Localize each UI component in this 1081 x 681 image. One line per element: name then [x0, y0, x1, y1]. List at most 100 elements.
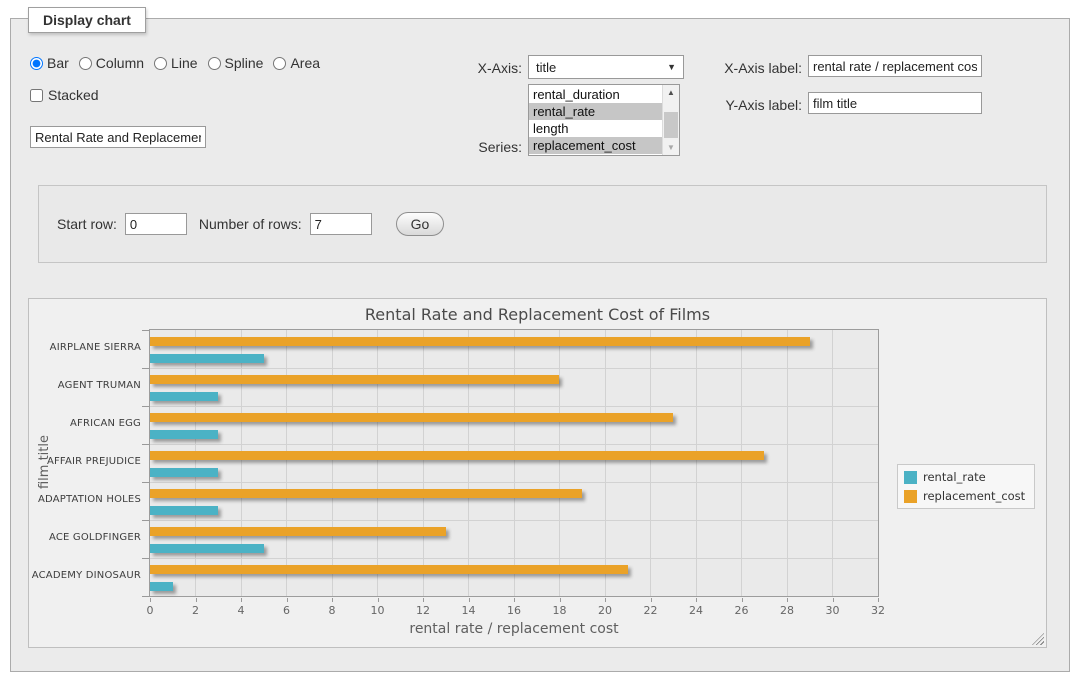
- gridline: [195, 330, 196, 596]
- series-option-rental_rate[interactable]: rental_rate: [529, 103, 662, 120]
- x-tick: [150, 598, 151, 602]
- x-tick: [378, 598, 379, 602]
- gridline: [286, 330, 287, 596]
- stacked-label: Stacked: [48, 87, 99, 103]
- chart-type-option-bar[interactable]: Bar: [30, 55, 69, 71]
- gridline: [332, 330, 333, 596]
- chart-type-radio-label: Spline: [225, 55, 264, 71]
- gridline: [150, 444, 878, 445]
- chart-type-option-line[interactable]: Line: [154, 55, 197, 71]
- x-tick-label: 6: [283, 604, 290, 617]
- x-axis-label-input[interactable]: [808, 55, 982, 77]
- chart-container: Rental Rate and Replacement Cost of Film…: [28, 298, 1047, 648]
- x-tick-label: 4: [238, 604, 245, 617]
- y-tick: [142, 330, 149, 331]
- series-option-length[interactable]: length: [529, 120, 662, 137]
- y-tick: [142, 406, 149, 407]
- y-tick: [142, 444, 149, 445]
- stacked-checkbox[interactable]: [30, 89, 43, 102]
- scrollbar-thumb[interactable]: [664, 112, 678, 138]
- bar-replacement_cost: [150, 527, 446, 536]
- go-button[interactable]: Go: [396, 212, 445, 236]
- x-tick: [241, 598, 242, 602]
- y-axis-label-field-label: Y-Axis label:: [712, 97, 802, 113]
- y-tick: [142, 368, 149, 369]
- gridline: [696, 330, 697, 596]
- chart-title-input[interactable]: [30, 126, 206, 148]
- scroll-up-icon[interactable]: ▲: [663, 85, 679, 100]
- legend-item: replacement_cost: [904, 489, 1025, 503]
- y-axis-label-input[interactable]: [808, 92, 982, 114]
- x-axis-select-label: X-Axis:: [450, 60, 522, 76]
- bar-replacement_cost: [150, 451, 764, 460]
- chart-type-radio-area[interactable]: [273, 57, 286, 70]
- gridline: [787, 330, 788, 596]
- x-tick: [287, 598, 288, 602]
- gridline: [468, 330, 469, 596]
- number-of-rows-input[interactable]: [310, 213, 372, 235]
- series-listbox[interactable]: rental_durationrental_ratelengthreplacem…: [528, 84, 680, 156]
- legend-swatch-replacement_cost: [904, 490, 917, 503]
- x-tick: [514, 598, 515, 602]
- row-range-panel: Start row: Number of rows: Go: [38, 185, 1047, 263]
- x-axis-select[interactable]: title ▼: [528, 55, 684, 79]
- y-tick: [142, 520, 149, 521]
- category-label: ACADEMY DINOSAUR: [29, 570, 141, 581]
- legend-label: rental_rate: [923, 470, 986, 484]
- series-option-rental_duration[interactable]: rental_duration: [529, 86, 662, 103]
- x-tick-label: 28: [780, 604, 794, 617]
- legend-swatch-rental_rate: [904, 471, 917, 484]
- category-label: ADAPTATION HOLES: [29, 494, 141, 505]
- chart-type-option-spline[interactable]: Spline: [208, 55, 264, 71]
- y-tick: [142, 482, 149, 483]
- x-tick: [742, 598, 743, 602]
- start-row-input[interactable]: [125, 213, 187, 235]
- chart-type-radio-label: Bar: [47, 55, 69, 71]
- x-tick: [878, 598, 879, 602]
- x-axis-label-field-label: X-Axis label:: [712, 60, 802, 76]
- chart-type-option-column[interactable]: Column: [79, 55, 144, 71]
- x-tick-label: 10: [371, 604, 385, 617]
- stacked-option[interactable]: Stacked: [30, 87, 99, 103]
- page: Display chart BarColumnLineSplineArea St…: [0, 0, 1081, 681]
- chart-type-radio-line[interactable]: [154, 57, 167, 70]
- bar-rental_rate: [150, 468, 218, 477]
- scroll-down-icon[interactable]: ▼: [663, 140, 679, 155]
- x-tick: [651, 598, 652, 602]
- chart-type-radio-column[interactable]: [79, 57, 92, 70]
- x-tick: [787, 598, 788, 602]
- chart-type-option-area[interactable]: Area: [273, 55, 320, 71]
- resize-handle-icon[interactable]: [1032, 633, 1044, 645]
- bar-rental_rate: [150, 582, 173, 591]
- gridline: [150, 368, 878, 369]
- bar-replacement_cost: [150, 489, 582, 498]
- x-tick: [196, 598, 197, 602]
- x-tick: [469, 598, 470, 602]
- x-tick-label: 8: [329, 604, 336, 617]
- gridline: [514, 330, 515, 596]
- number-of-rows-label: Number of rows:: [199, 216, 302, 232]
- bar-replacement_cost: [150, 565, 628, 574]
- x-tick-label: 32: [871, 604, 885, 617]
- category-label: AGENT TRUMAN: [29, 380, 141, 391]
- x-tick-label: 2: [192, 604, 199, 617]
- x-tick-label: 26: [735, 604, 749, 617]
- x-tick-label: 14: [462, 604, 476, 617]
- x-tick-label: 20: [598, 604, 612, 617]
- gridline: [377, 330, 378, 596]
- x-tick: [560, 598, 561, 602]
- gridline: [832, 330, 833, 596]
- x-tick-label: 24: [689, 604, 703, 617]
- series-scrollbar[interactable]: ▲ ▼: [662, 85, 679, 155]
- chart-type-radio-spline[interactable]: [208, 57, 221, 70]
- bar-rental_rate: [150, 392, 218, 401]
- gridline: [423, 330, 424, 596]
- x-tick: [833, 598, 834, 602]
- start-row-label: Start row:: [57, 216, 117, 232]
- gridline: [150, 482, 878, 483]
- category-label: AFRICAN EGG: [29, 418, 141, 429]
- chart-type-radio-bar[interactable]: [30, 57, 43, 70]
- series-label: Series:: [450, 139, 522, 155]
- x-axis-selected-value: title: [536, 60, 556, 75]
- series-option-replacement_cost[interactable]: replacement_cost: [529, 137, 662, 154]
